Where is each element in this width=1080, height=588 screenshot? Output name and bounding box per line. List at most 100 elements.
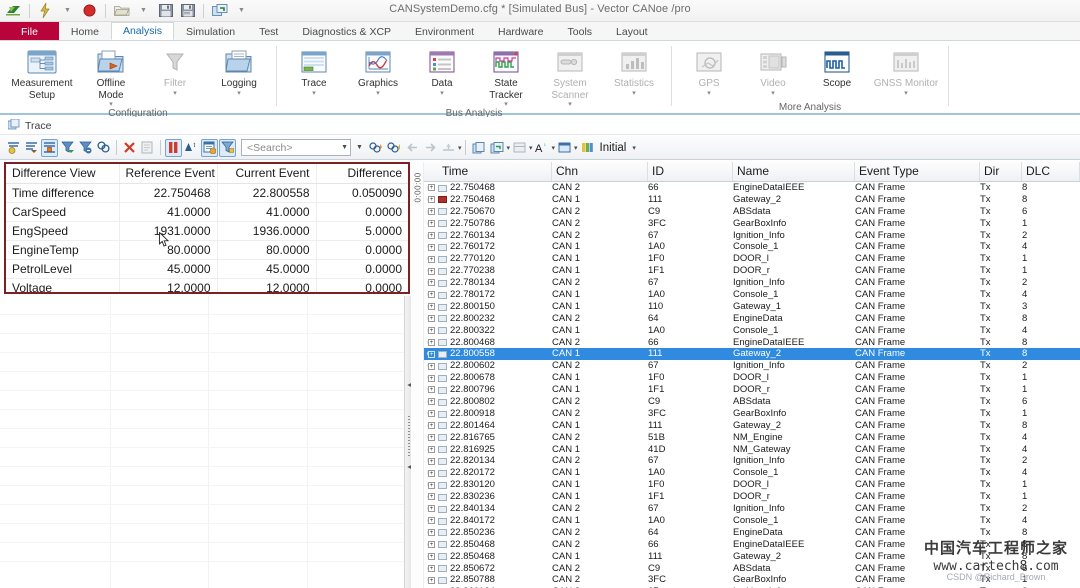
expand-row-icon[interactable]: + (428, 505, 435, 513)
data-button[interactable]: Data ▾ (411, 45, 473, 97)
expand-row-icon[interactable]: + (428, 350, 435, 358)
expand-row-icon[interactable]: + (428, 434, 435, 441)
ribbon-tab-diagnostics-xcp[interactable]: Diagnostics & XCP (290, 22, 403, 40)
trace-row[interactable]: +22.820172 CAN 1 1A0 Console_1 CAN Frame Tx 4 (424, 467, 1080, 479)
trace-row[interactable]: +22.770238 CAN 1 1F1 DOOR_r CAN Frame Tx 1 (424, 265, 1080, 277)
search-input[interactable]: <Search> ▼ (241, 139, 351, 156)
expand-row-icon[interactable]: + (428, 529, 435, 537)
trace-dropdown-icon[interactable]: ▾ (312, 90, 316, 97)
trace-row[interactable]: +22.750468 CAN 2 66 EngineDataIEEE CAN Frame… (424, 182, 1080, 194)
ribbon-tab-analysis[interactable]: Analysis (110, 22, 175, 40)
splitter-grip[interactable] (408, 416, 410, 458)
offline-mode-dropdown-icon[interactable]: ▾ (109, 101, 113, 108)
trace-row[interactable]: +22.800602 CAN 2 67 Ignition_Info CAN Frame T… (424, 360, 1080, 372)
difference-view-row[interactable]: EngineTemp 80.0000 80.0000 0.0000 (6, 240, 408, 260)
expand-row-icon[interactable]: + (428, 315, 435, 323)
offline-mode-button[interactable]: Offline Mode ▾ (80, 45, 142, 108)
copy-icon[interactable] (470, 139, 487, 157)
clear-trace-icon[interactable] (121, 139, 138, 157)
data-dropdown-icon[interactable]: ▾ (440, 90, 444, 97)
trace-row[interactable]: +22.830120 CAN 1 1F0 DOOR_l CAN Frame Tx 1 (424, 479, 1080, 491)
expand-row-icon[interactable]: + (428, 196, 435, 204)
expand-row-icon[interactable]: + (428, 386, 435, 394)
graphics-button[interactable]: Graphics ▾ (347, 45, 409, 97)
expand-row-icon[interactable]: + (428, 326, 435, 334)
logging-dropdown-icon[interactable]: ▾ (237, 90, 241, 97)
trace-row[interactable]: +22.816925 CAN 1 41D NM_Gateway CAN Frame Tx 4 (424, 444, 1080, 456)
trace-row[interactable]: +22.850788 CAN 2 3FC GearBoxInfo CAN Frame Tx… (424, 574, 1080, 586)
search-dropdown-icon[interactable]: ▼ (341, 144, 348, 151)
expand-row-icon[interactable]: + (428, 303, 435, 311)
export-icon[interactable] (488, 139, 505, 157)
prev-marker-icon[interactable] (368, 139, 385, 157)
difference-view-col-current[interactable]: Current Event (217, 164, 317, 184)
goto-dropdown-icon[interactable]: ▾ (458, 144, 462, 152)
ribbon-tab-test[interactable]: Test (247, 22, 290, 40)
find-icon[interactable] (95, 139, 112, 157)
expand-row-icon[interactable]: + (428, 374, 435, 382)
trace-row[interactable]: +22.850672 CAN 2 C9 ABSdata CAN Frame Tx 6 (424, 563, 1080, 575)
trace-row[interactable]: +22.750468 CAN 1 111 Gateway_2 CAN Frame Tx 8 (424, 194, 1080, 206)
difference-view-row[interactable]: EngSpeed 1931.0000 1936.0000 5.0000 (6, 221, 408, 241)
trace-column-header-chn[interactable]: Chn (552, 162, 648, 181)
ribbon-tab-hardware[interactable]: Hardware (486, 22, 556, 40)
trace-row[interactable]: +22.800678 CAN 1 1F0 DOOR_l CAN Frame Tx 1 (424, 372, 1080, 384)
trace-row[interactable]: +22.800150 CAN 1 110 Gateway_1 CAN Frame Tx 3 (424, 301, 1080, 313)
expand-row-icon[interactable]: + (428, 338, 435, 346)
trace-row[interactable]: +22.820134 CAN 2 67 Ignition_Info CAN Frame T… (424, 455, 1080, 467)
expand-row-icon[interactable]: + (428, 184, 435, 192)
copy-rows-icon[interactable] (139, 139, 156, 157)
trace-row[interactable]: +22.800558 CAN 1 111 Gateway_2 CAN Frame Tx 8 (424, 348, 1080, 361)
trace-row[interactable]: +22.760172 CAN 1 1A0 Console_1 CAN Frame Tx 4 (424, 241, 1080, 253)
expand-row-icon[interactable]: + (428, 457, 435, 465)
trace-row[interactable]: +22.800322 CAN 1 1A0 Console_1 CAN Frame Tx 4 (424, 325, 1080, 337)
expand-row-icon[interactable]: + (428, 552, 435, 560)
state-tracker-button[interactable]: State Tracker ▾ (475, 45, 537, 108)
trace-row[interactable]: +22.850468 CAN 2 66 EngineDataIEEE CAN Frame… (424, 539, 1080, 551)
expand-row-icon[interactable]: + (428, 267, 435, 275)
expand-row-icon[interactable]: + (428, 398, 435, 406)
measurement-setup-button[interactable]: Measurement Setup (6, 45, 78, 101)
layout-icon[interactable] (579, 139, 596, 157)
ribbon-tab-simulation[interactable]: Simulation (174, 22, 247, 40)
trace-row[interactable]: +22.840134 CAN 2 67 Ignition_Info CAN Frame T… (424, 503, 1080, 515)
filter-active-icon[interactable] (59, 139, 76, 157)
ribbon-tab-file[interactable]: File (0, 22, 59, 40)
graphics-dropdown-icon[interactable]: ▾ (376, 90, 380, 97)
trace-column-header-type[interactable]: Event Type (855, 162, 980, 181)
trace-column-header-dlc[interactable]: DLC (1022, 162, 1080, 181)
trace-row[interactable]: +22.780172 CAN 1 1A0 Console_1 CAN Frame Tx 4 (424, 289, 1080, 301)
trace-column-header-id[interactable]: ID (648, 162, 733, 181)
trace-row[interactable]: +22.750786 CAN 2 3FC GearBoxInfo CAN Frame Tx… (424, 218, 1080, 230)
trace-row[interactable]: +22.800802 CAN 2 C9 ABSdata CAN Frame Tx 6 (424, 396, 1080, 408)
filter-remove-icon[interactable] (77, 139, 94, 157)
search-history-icon[interactable]: ▼ (356, 144, 363, 151)
ribbon-tab-layout[interactable]: Layout (604, 22, 660, 40)
trace-row[interactable]: +22.780134 CAN 2 67 Ignition_Info CAN Frame T… (424, 277, 1080, 289)
difference-view-col-name[interactable]: Difference View (6, 164, 120, 184)
ribbon-tab-home[interactable]: Home (59, 22, 111, 40)
export-dropdown-icon[interactable]: ▾ (506, 144, 510, 152)
trace-column-header-time[interactable]: Time (438, 162, 552, 181)
trace-button[interactable]: Trace ▾ (283, 45, 345, 97)
difference-view-col-reference[interactable]: Reference Event (119, 164, 218, 184)
detail-view-dropdown-icon[interactable]: ▾ (529, 144, 533, 152)
trace-row[interactable]: +22.800796 CAN 1 1F1 DOOR_r CAN Frame Tx 1 (424, 384, 1080, 396)
state-tracker-dropdown-icon[interactable]: ▾ (504, 101, 508, 108)
expand-row-icon[interactable]: + (428, 231, 435, 239)
difference-view-row[interactable]: Time difference 22.750468 22.800558 0.05009… (6, 183, 408, 203)
expand-row-icon[interactable]: + (428, 362, 435, 370)
trace-row[interactable]: +22.816765 CAN 2 51B NM_Engine CAN Frame Tx 4 (424, 432, 1080, 444)
pause-trace-icon[interactable] (41, 138, 58, 157)
expand-row-icon[interactable]: + (428, 255, 435, 263)
layout-dropdown-icon[interactable]: ▾ (632, 144, 636, 152)
difference-view-row[interactable]: CarSpeed 41.0000 41.0000 0.0000 (6, 202, 408, 222)
expand-row-icon[interactable]: + (428, 208, 435, 216)
time-absolute-icon[interactable]: t (183, 139, 200, 157)
trace-column-header-name[interactable]: Name (733, 162, 855, 181)
trace-row[interactable]: +22.750670 CAN 2 C9 ABSdata CAN Frame Tx 6 (424, 206, 1080, 218)
logging-button[interactable]: Logging ▾ (208, 45, 270, 97)
expand-row-icon[interactable]: + (428, 243, 435, 251)
expand-row-icon[interactable]: + (428, 279, 435, 287)
window-icon[interactable] (556, 139, 573, 157)
